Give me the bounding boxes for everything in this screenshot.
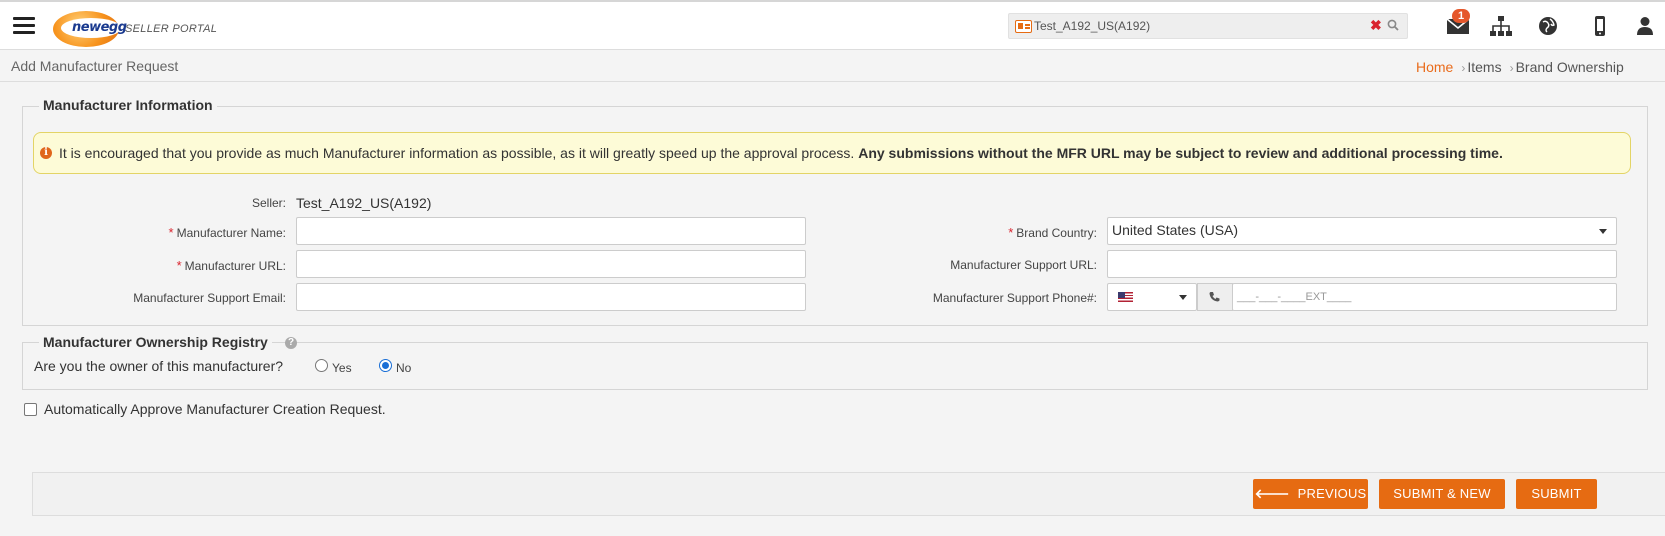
mail-count-badge: 1 xyxy=(1452,9,1471,23)
help-icon[interactable]: ? xyxy=(285,337,297,349)
owner-no-label[interactable]: No xyxy=(396,361,411,375)
support-email-label: Manufacturer Support Email: xyxy=(133,291,286,305)
ownership-registry-legend: Manufacturer Ownership Registry xyxy=(39,334,272,350)
owner-no-radio[interactable] xyxy=(379,359,392,372)
search-value[interactable]: Test_A192_US(A192) xyxy=(1034,19,1150,33)
previous-button[interactable]: 🡐 PREVIOUS xyxy=(1253,479,1368,509)
support-email-input[interactable] xyxy=(296,283,806,311)
seller-search-box[interactable]: Test_A192_US(A192) ✖ xyxy=(1008,13,1408,39)
brand-country-label: * Brand Country: xyxy=(1008,225,1097,240)
breadcrumb-brand-ownership: Brand Ownership xyxy=(1515,59,1624,75)
sitemap-icon[interactable] xyxy=(1488,13,1514,39)
support-url-label: Manufacturer Support URL: xyxy=(950,258,1097,272)
auto-approve-checkbox[interactable] xyxy=(24,403,37,416)
owner-question: Are you the owner of this manufacturer? xyxy=(34,358,284,374)
submit-and-new-button[interactable]: SUBMIT & NEW xyxy=(1379,479,1505,509)
brand-name: newegg xyxy=(72,20,127,35)
seller-label: Seller: xyxy=(251,196,286,210)
globe-icon[interactable] xyxy=(1535,13,1561,39)
seller-value: Test_A192_US(A192) xyxy=(296,195,432,211)
page-title: Add Manufacturer Request xyxy=(11,58,179,74)
caret-down-icon xyxy=(1179,295,1187,300)
breadcrumb-home[interactable]: Home xyxy=(1416,59,1453,75)
mobile-icon[interactable] xyxy=(1587,13,1613,39)
info-icon: i xyxy=(40,147,52,159)
support-url-input[interactable] xyxy=(1107,250,1617,278)
manufacturer-name-input[interactable] xyxy=(296,217,806,245)
portal-name: SELLER PORTAL xyxy=(125,23,218,35)
caret-down-icon xyxy=(1599,229,1607,234)
required-asterisk: * xyxy=(1008,225,1014,240)
submit-button[interactable]: SUBMIT xyxy=(1516,479,1597,509)
support-phone-input[interactable]: ___-___-____EXT____ xyxy=(1232,283,1617,311)
brand-country-select[interactable]: United States (USA) xyxy=(1107,217,1617,245)
alert-bold-text: Any submissions without the MFR URL may … xyxy=(858,145,1503,161)
phone-country-select[interactable] xyxy=(1107,283,1197,311)
arrow-left-icon: 🡐 xyxy=(1254,486,1290,501)
hamburger-menu-icon[interactable] xyxy=(13,17,35,35)
info-alert: i It is encouraged that you provide as m… xyxy=(33,132,1631,174)
manufacturer-url-label: * Manufacturer URL: xyxy=(176,258,286,273)
manufacturer-name-label: * Manufacturer Name: xyxy=(168,225,286,240)
support-phone-label: Manufacturer Support Phone#: xyxy=(932,291,1097,305)
owner-yes-radio[interactable] xyxy=(315,359,328,372)
brand-country-value: United States (USA) xyxy=(1112,222,1239,238)
breadcrumb: Home › Items › Brand Ownership xyxy=(1416,59,1624,75)
clear-icon[interactable]: ✖ xyxy=(1370,17,1382,34)
required-asterisk: * xyxy=(176,258,182,273)
phone-icon xyxy=(1209,292,1220,302)
manufacturer-info-legend: Manufacturer Information xyxy=(39,97,217,113)
us-flag-icon xyxy=(1118,292,1133,302)
chevron-right-icon: › xyxy=(1509,61,1514,75)
alert-message: It is encouraged that you provide as muc… xyxy=(59,145,1503,161)
phone-addon xyxy=(1197,283,1233,311)
seller-id-card-icon xyxy=(1015,20,1032,33)
breadcrumb-items[interactable]: Items xyxy=(1467,59,1501,75)
chevron-right-icon: › xyxy=(1461,61,1466,75)
required-asterisk: * xyxy=(168,225,174,240)
header-divider xyxy=(0,81,1665,82)
auto-approve-label[interactable]: Automatically Approve Manufacturer Creat… xyxy=(44,401,386,417)
user-icon[interactable] xyxy=(1632,13,1658,39)
newegg-logo[interactable]: newegg SELLER PORTAL xyxy=(53,9,217,47)
top-bar: newegg SELLER PORTAL Test_A192_US(A192) … xyxy=(0,0,1665,50)
owner-yes-label[interactable]: Yes xyxy=(332,361,352,375)
manufacturer-url-input[interactable] xyxy=(296,250,806,278)
search-icon[interactable] xyxy=(1387,19,1399,31)
